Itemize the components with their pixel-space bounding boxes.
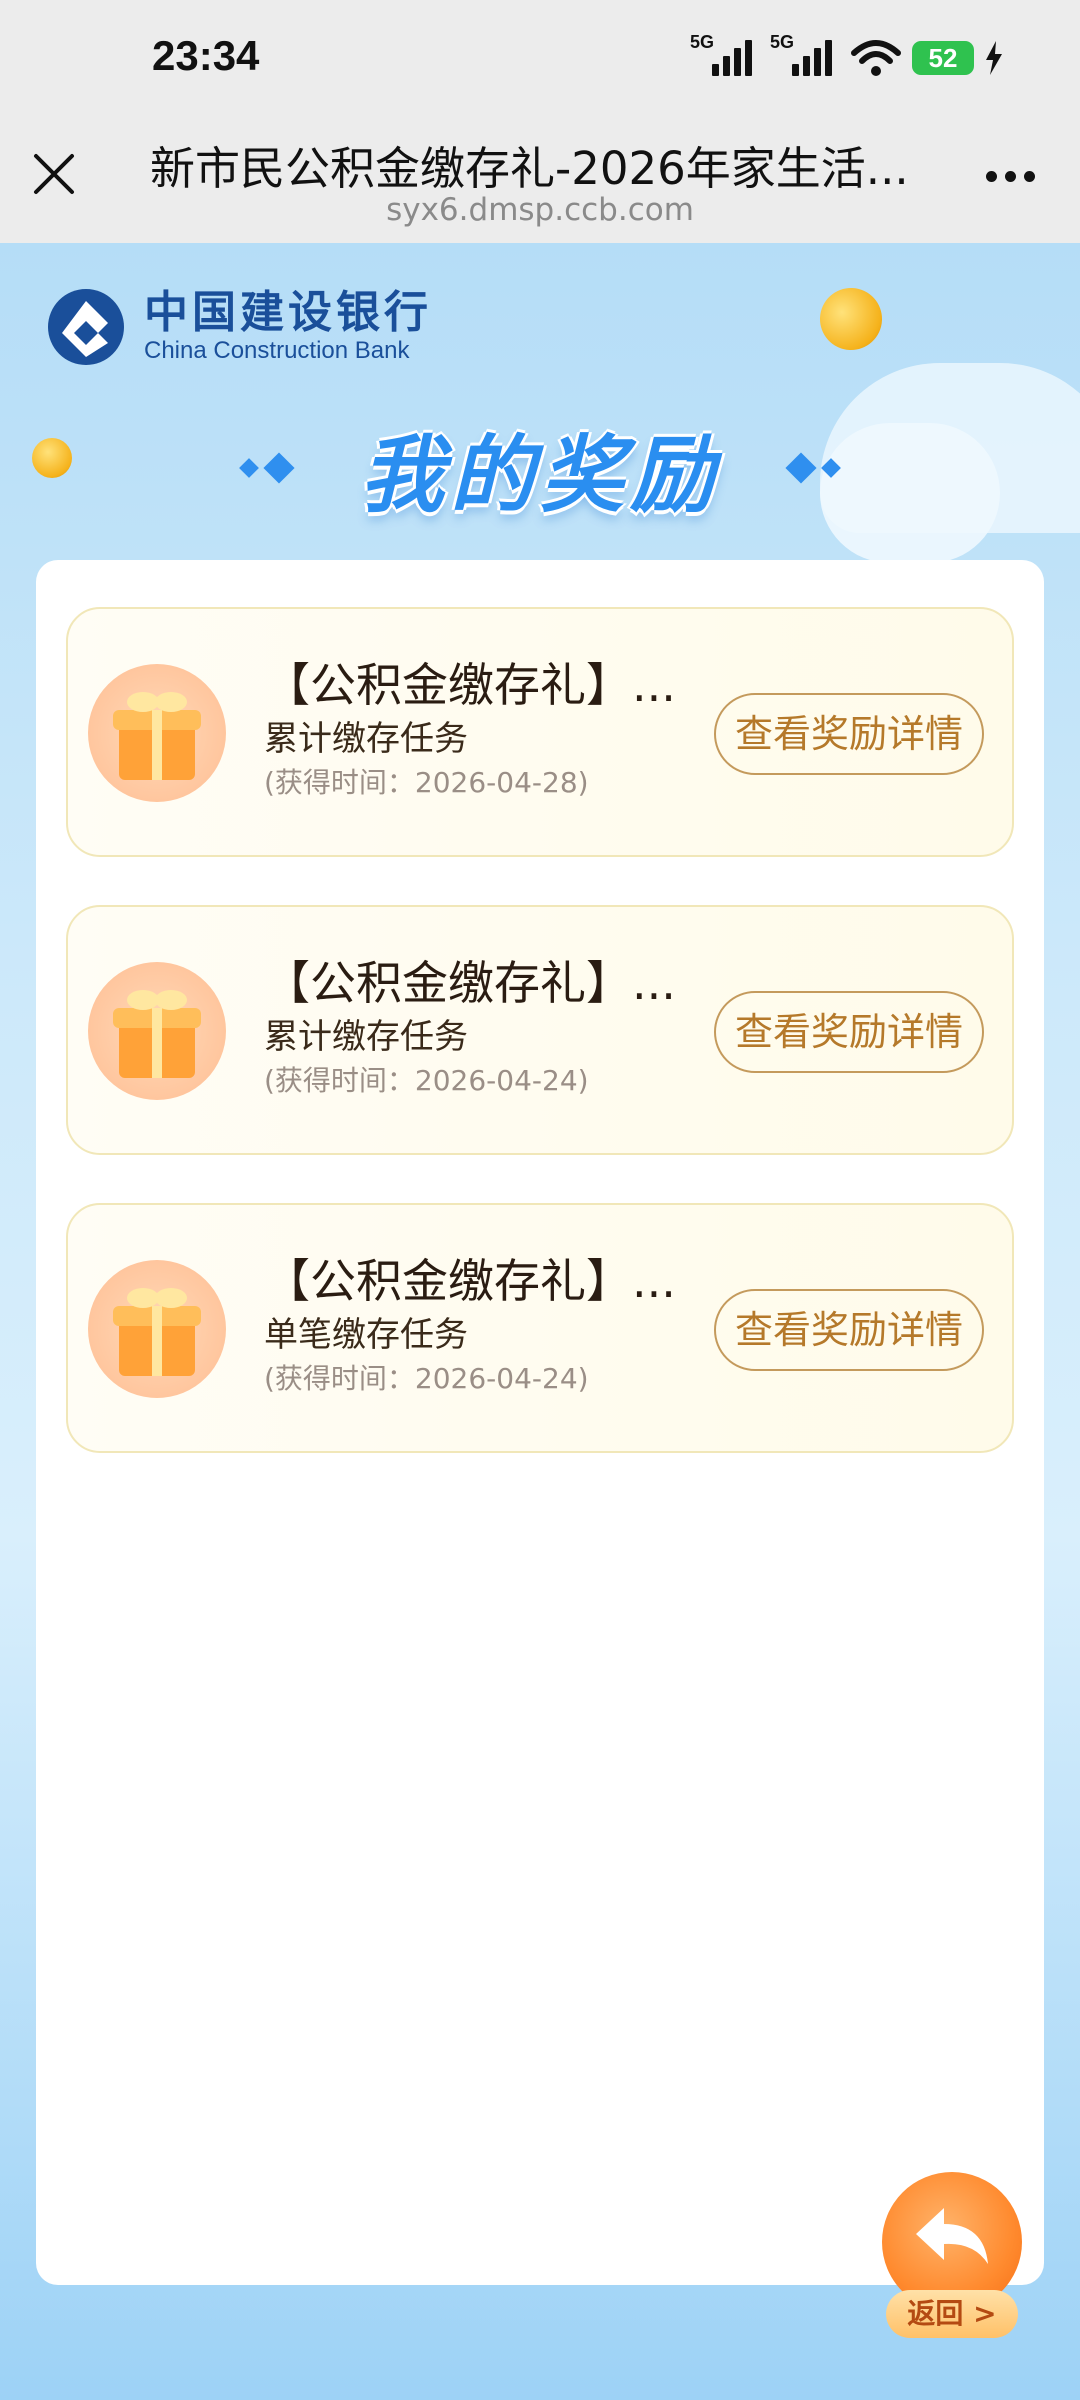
ccb-logo: 中国建设银行 China Construction Bank bbox=[46, 285, 432, 369]
view-reward-details-button[interactable]: 查看奖励详情 bbox=[714, 991, 984, 1073]
gift-icon bbox=[88, 1260, 226, 1398]
page-url: syx6.dmsp.ccb.com bbox=[386, 192, 694, 228]
reward-title: 【公积金缴存礼】... bbox=[264, 1254, 676, 1308]
status-icons: 5G 5G 52 bbox=[690, 32, 1004, 82]
heading-row: 我的奖励 bbox=[0, 413, 1080, 524]
reward-card: 【公积金缴存礼】... 累计缴存任务 (获得时间：2026-04-28) 查看奖… bbox=[66, 607, 1014, 857]
network-type-label: 5G bbox=[690, 32, 715, 52]
gift-icon bbox=[88, 962, 226, 1100]
wifi-icon bbox=[850, 37, 902, 79]
view-reward-details-button[interactable]: 查看奖励详情 bbox=[714, 693, 984, 775]
reward-time: (获得时间：2026-04-24) bbox=[264, 1064, 589, 1097]
reward-task: 累计缴存任务 bbox=[264, 719, 468, 759]
coin-decoration bbox=[811, 279, 891, 359]
more-icon[interactable] bbox=[986, 166, 1042, 186]
back-label: 返回 > bbox=[886, 2290, 1018, 2338]
rewards-panel: 【公积金缴存礼】... 累计缴存任务 (获得时间：2026-04-28) 查看奖… bbox=[36, 560, 1044, 2285]
gift-icon bbox=[88, 664, 226, 802]
status-time: 23:34 bbox=[152, 32, 260, 79]
signal-icon: 5G bbox=[770, 32, 840, 80]
reward-task: 单笔缴存任务 bbox=[264, 1315, 468, 1355]
reward-time: (获得时间：2026-04-28) bbox=[264, 766, 589, 799]
reward-title: 【公积金缴存礼】... bbox=[264, 658, 676, 712]
reward-title: 【公积金缴存礼】... bbox=[264, 956, 676, 1010]
back-button[interactable]: 返回 > bbox=[878, 2172, 1028, 2344]
status-bar: 23:34 5G 5G 52 bbox=[0, 0, 1080, 118]
network-type-label: 5G bbox=[770, 32, 795, 52]
reward-card: 【公积金缴存礼】... 累计缴存任务 (获得时间：2026-04-24) 查看奖… bbox=[66, 905, 1014, 1155]
brand-name-en: China Construction Bank bbox=[144, 337, 410, 364]
diamond-decoration bbox=[239, 452, 295, 484]
reward-task: 累计缴存任务 bbox=[264, 1017, 468, 1057]
battery-icon: 52 bbox=[912, 41, 986, 75]
signal-icon: 5G bbox=[690, 32, 760, 80]
page-content: 中国建设银行 China Construction Bank 我的奖励 【公积金… bbox=[0, 243, 1080, 2400]
page-heading: 我的奖励 bbox=[359, 425, 720, 524]
page-title: 新市民公积金缴存礼-2026年家生活... bbox=[150, 142, 909, 195]
diamond-decoration bbox=[785, 452, 841, 484]
browser-title-bar: 新市民公积金缴存礼-2026年家生活... syx6.dmsp.ccb.com bbox=[0, 118, 1080, 243]
view-reward-details-button[interactable]: 查看奖励详情 bbox=[714, 1289, 984, 1371]
charging-icon bbox=[984, 41, 1004, 75]
ccb-logo-icon bbox=[48, 289, 124, 365]
brand-name-cn: 中国建设银行 bbox=[144, 287, 432, 338]
reward-card: 【公积金缴存礼】... 单笔缴存任务 (获得时间：2026-04-24) 查看奖… bbox=[66, 1203, 1014, 1453]
reward-time: (获得时间：2026-04-24) bbox=[264, 1362, 589, 1395]
